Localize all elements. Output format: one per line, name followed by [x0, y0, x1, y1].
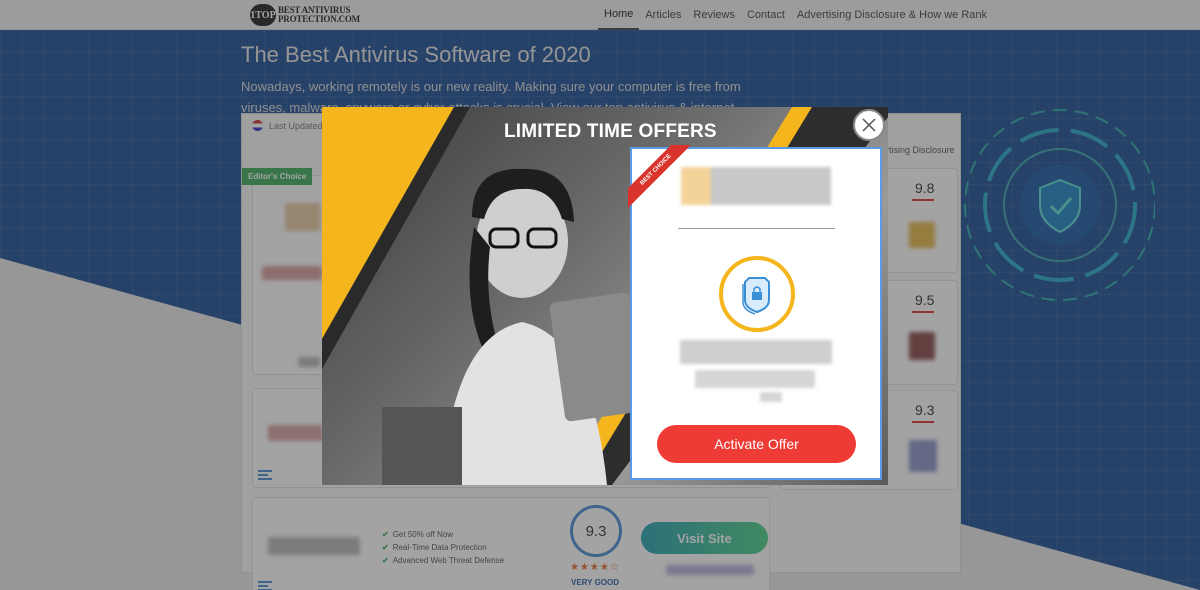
close-icon	[862, 118, 876, 132]
offer-text-blurred	[680, 340, 832, 364]
modal-close-button[interactable]	[853, 109, 885, 141]
modal-title: LIMITED TIME OFFERS	[504, 121, 717, 142]
offer-divider	[678, 228, 835, 229]
offer-text-blurred	[760, 392, 782, 402]
shield-lock-icon	[719, 256, 795, 332]
offer-logo-blurred	[681, 167, 831, 205]
shield-lock-glyph	[742, 277, 770, 315]
offer-text-blurred	[695, 370, 815, 388]
activate-offer-button[interactable]: Activate Offer	[657, 425, 856, 463]
